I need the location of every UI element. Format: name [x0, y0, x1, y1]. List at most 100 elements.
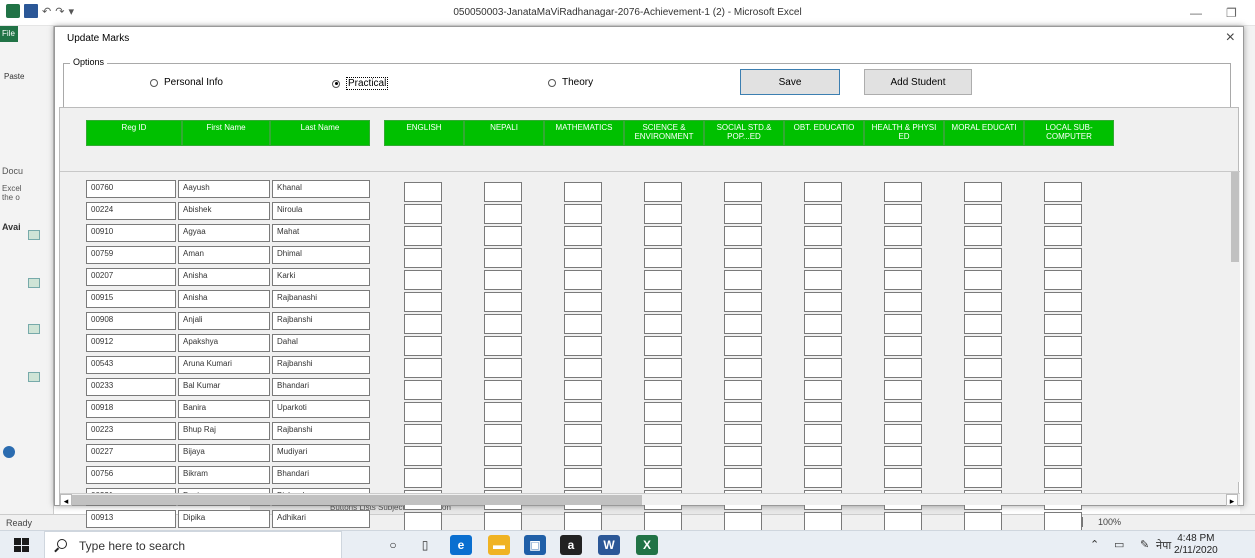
reg-id-field[interactable]: 00543	[86, 356, 176, 374]
moral-mark-input[interactable]	[964, 468, 1002, 488]
last-name-field[interactable]: Rajbanshi	[272, 422, 370, 440]
reg-id-field[interactable]: 00223	[86, 422, 176, 440]
cortana-icon[interactable]: ○	[382, 535, 404, 555]
close-icon[interactable]: ×	[1226, 29, 1235, 47]
local-mark-input[interactable]	[1044, 204, 1082, 224]
obt-mark-input[interactable]	[804, 292, 842, 312]
file-explorer-icon[interactable]: ▬	[488, 535, 510, 555]
health-mark-input[interactable]	[884, 314, 922, 334]
science-mark-input[interactable]	[644, 226, 682, 246]
taskbar-search[interactable]: Type here to search	[44, 531, 342, 558]
radio-theory[interactable]: Theory	[548, 77, 593, 88]
obt-mark-input[interactable]	[804, 270, 842, 290]
last-name-field[interactable]: Adhikari	[272, 510, 370, 528]
english-mark-input[interactable]	[404, 512, 442, 532]
windows-start-icon[interactable]	[14, 538, 30, 552]
health-mark-input[interactable]	[884, 336, 922, 356]
radio-selected-icon[interactable]	[332, 79, 340, 88]
mathematics-mark-input[interactable]	[564, 292, 602, 312]
recovered-file-icon[interactable]	[28, 324, 40, 334]
obt-mark-input[interactable]	[804, 402, 842, 422]
first-name-field[interactable]: Aayush	[178, 180, 270, 198]
mathematics-mark-input[interactable]	[564, 402, 602, 422]
social-mark-input[interactable]	[724, 182, 762, 202]
mathematics-mark-input[interactable]	[564, 314, 602, 334]
moral-mark-input[interactable]	[964, 336, 1002, 356]
last-name-field[interactable]: Dahal	[272, 334, 370, 352]
recovered-file-icon[interactable]	[28, 372, 40, 382]
radio-icon[interactable]	[548, 78, 556, 87]
english-mark-input[interactable]	[404, 292, 442, 312]
reg-id-field[interactable]: 00918	[86, 400, 176, 418]
reg-id-field[interactable]: 00910	[86, 224, 176, 242]
reg-id-field[interactable]: 00912	[86, 334, 176, 352]
radio-practical[interactable]: Practical	[332, 77, 389, 90]
health-mark-input[interactable]	[884, 512, 922, 532]
last-name-field[interactable]: Bhandari	[272, 466, 370, 484]
last-name-field[interactable]: Bhandari	[272, 378, 370, 396]
mathematics-mark-input[interactable]	[564, 248, 602, 268]
science-mark-input[interactable]	[644, 512, 682, 532]
nepali-mark-input[interactable]	[484, 182, 522, 202]
health-mark-input[interactable]	[884, 248, 922, 268]
local-mark-input[interactable]	[1044, 270, 1082, 290]
mathematics-mark-input[interactable]	[564, 336, 602, 356]
last-name-field[interactable]: Rajbanashi	[272, 290, 370, 308]
first-name-field[interactable]: Bikram	[178, 466, 270, 484]
health-mark-input[interactable]	[884, 204, 922, 224]
mathematics-mark-input[interactable]	[564, 512, 602, 532]
moral-mark-input[interactable]	[964, 380, 1002, 400]
health-mark-input[interactable]	[884, 358, 922, 378]
first-name-field[interactable]: Bijaya	[178, 444, 270, 462]
radio-personal-info[interactable]: Personal Info	[150, 77, 223, 88]
nepali-mark-input[interactable]	[484, 402, 522, 422]
tray-arrow-icon[interactable]: ⌃	[1090, 538, 1099, 551]
word-icon[interactable]: W	[598, 535, 620, 555]
social-mark-input[interactable]	[724, 512, 762, 532]
nepali-mark-input[interactable]	[484, 468, 522, 488]
help-icon[interactable]	[3, 446, 15, 458]
file-tab[interactable]: File	[0, 26, 18, 42]
local-mark-input[interactable]	[1044, 468, 1082, 488]
mathematics-mark-input[interactable]	[564, 446, 602, 466]
clock[interactable]: 4:48 PM 2/11/2020	[1174, 533, 1218, 557]
health-mark-input[interactable]	[884, 226, 922, 246]
health-mark-input[interactable]	[884, 468, 922, 488]
local-mark-input[interactable]	[1044, 402, 1082, 422]
science-mark-input[interactable]	[644, 204, 682, 224]
nepali-mark-input[interactable]	[484, 292, 522, 312]
last-name-field[interactable]: Uparkoti	[272, 400, 370, 418]
science-mark-input[interactable]	[644, 402, 682, 422]
moral-mark-input[interactable]	[964, 402, 1002, 422]
reg-id-field[interactable]: 00207	[86, 268, 176, 286]
mathematics-mark-input[interactable]	[564, 182, 602, 202]
local-mark-input[interactable]	[1044, 512, 1082, 532]
science-mark-input[interactable]	[644, 358, 682, 378]
local-mark-input[interactable]	[1044, 226, 1082, 246]
science-mark-input[interactable]	[644, 336, 682, 356]
first-name-field[interactable]: Anisha	[178, 268, 270, 286]
obt-mark-input[interactable]	[804, 226, 842, 246]
social-mark-input[interactable]	[724, 468, 762, 488]
first-name-field[interactable]: Abishek	[178, 202, 270, 220]
first-name-field[interactable]: Bhup Raj	[178, 422, 270, 440]
nepali-mark-input[interactable]	[484, 270, 522, 290]
science-mark-input[interactable]	[644, 270, 682, 290]
science-mark-input[interactable]	[644, 292, 682, 312]
reg-id-field[interactable]: 00908	[86, 312, 176, 330]
last-name-field[interactable]: Mahat	[272, 224, 370, 242]
nepali-mark-input[interactable]	[484, 424, 522, 444]
scroll-left-icon[interactable]: ◂	[60, 494, 72, 506]
mathematics-mark-input[interactable]	[564, 358, 602, 378]
local-mark-input[interactable]	[1044, 358, 1082, 378]
last-name-field[interactable]: Karki	[272, 268, 370, 286]
paste-button[interactable]: Paste	[4, 72, 24, 81]
moral-mark-input[interactable]	[964, 270, 1002, 290]
obt-mark-input[interactable]	[804, 468, 842, 488]
obt-mark-input[interactable]	[804, 182, 842, 202]
health-mark-input[interactable]	[884, 424, 922, 444]
reg-id-field[interactable]: 00756	[86, 466, 176, 484]
restore-icon[interactable]: ❐	[1226, 6, 1237, 20]
minimize-icon[interactable]: —	[1190, 6, 1202, 20]
radio-icon[interactable]	[150, 78, 158, 87]
